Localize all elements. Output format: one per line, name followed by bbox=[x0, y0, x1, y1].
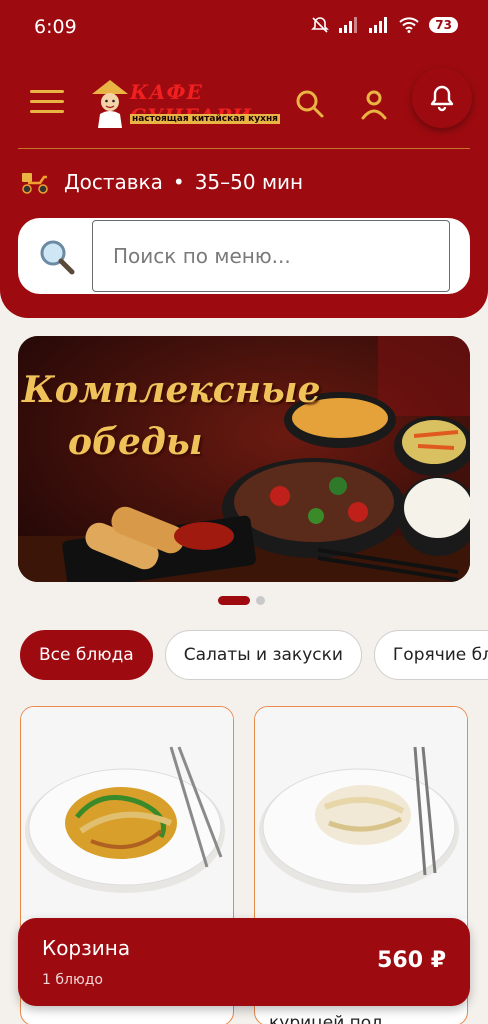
menu-button[interactable] bbox=[30, 90, 64, 116]
menu-icon-line bbox=[30, 100, 64, 103]
cart-total: 560 ₽ bbox=[377, 948, 446, 973]
header-divider bbox=[18, 148, 470, 149]
status-time: 6:09 bbox=[34, 16, 77, 38]
logo-subtitle: настоящая китайская кухня bbox=[130, 114, 280, 124]
delivery-separator: • bbox=[172, 170, 185, 194]
search-bar bbox=[18, 218, 470, 294]
mute-icon bbox=[311, 17, 330, 33]
product-image bbox=[21, 707, 233, 919]
pagination-dot[interactable] bbox=[256, 596, 265, 605]
banner-pagination bbox=[218, 596, 265, 605]
product-image bbox=[255, 707, 467, 919]
magnifier-icon bbox=[40, 240, 75, 275]
category-tabs: Все блюда Салаты и закуски Горячие блюда bbox=[20, 630, 488, 682]
delivery-label: Доставка bbox=[64, 170, 163, 194]
banner-title: Комплексные обеды bbox=[22, 364, 320, 468]
cart-bar[interactable]: Корзина 1 блюдо 560 ₽ bbox=[18, 918, 470, 1006]
signal-icon-2 bbox=[369, 17, 388, 33]
status-icons: 73 bbox=[311, 16, 458, 34]
category-chip-salads[interactable]: Салаты и закуски bbox=[164, 630, 362, 680]
top-bar: КАФЕ СУНГАРИ настоящая китайская кухня bbox=[0, 68, 488, 138]
profile-button[interactable] bbox=[358, 88, 390, 120]
chef-mascot-icon bbox=[92, 80, 128, 128]
delivery-info: Доставка • 35–50 мин bbox=[20, 166, 303, 198]
search-icon bbox=[296, 90, 324, 118]
cart-title: Корзина bbox=[42, 936, 131, 960]
bell-icon bbox=[430, 85, 454, 112]
user-icon bbox=[361, 90, 387, 120]
banner-title-line2: обеды bbox=[68, 421, 203, 463]
app-header: 6:09 73 КАФЕ СУНГАРИ настоящая к bbox=[0, 0, 488, 318]
search-input[interactable] bbox=[92, 220, 450, 292]
wifi-icon bbox=[399, 17, 419, 33]
search-button[interactable] bbox=[294, 88, 326, 120]
menu-icon-line bbox=[30, 110, 64, 113]
cart-item-count: 1 блюдо bbox=[42, 972, 103, 988]
delivery-time: 35–50 мин bbox=[194, 170, 304, 194]
menu-icon-line bbox=[30, 90, 64, 93]
battery-indicator: 73 bbox=[429, 17, 458, 33]
product-name: курицей под bbox=[269, 1013, 383, 1024]
banner-title-line1: Комплексные bbox=[22, 369, 321, 411]
category-chip-all[interactable]: Все блюда bbox=[20, 630, 153, 680]
scooter-icon bbox=[22, 173, 48, 194]
status-bar: 6:09 73 bbox=[0, 0, 488, 56]
notifications-button[interactable] bbox=[412, 68, 472, 128]
category-chip-hot[interactable]: Горячие блюда bbox=[373, 630, 488, 680]
signal-icon bbox=[339, 17, 358, 33]
promo-banner[interactable]: Комплексные обеды bbox=[18, 336, 470, 582]
cafe-logo[interactable]: КАФЕ СУНГАРИ настоящая китайская кухня bbox=[90, 74, 280, 134]
pagination-dot-active[interactable] bbox=[218, 596, 250, 605]
